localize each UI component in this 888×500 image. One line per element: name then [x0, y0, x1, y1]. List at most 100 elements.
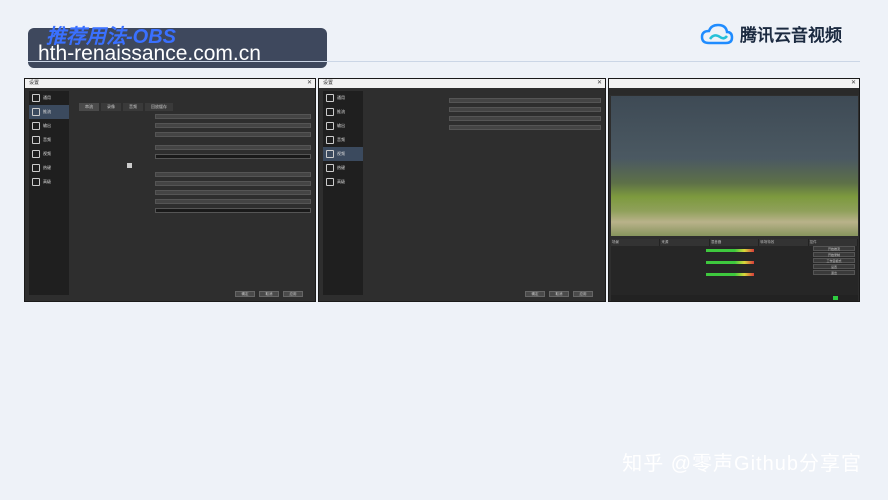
- brand-name: 腾讯云音视频: [740, 26, 842, 45]
- setting-field[interactable]: [155, 145, 311, 150]
- tools-icon: [32, 178, 40, 186]
- monitor-icon: [32, 122, 40, 130]
- signal-icon: [326, 108, 334, 116]
- screenshot-settings-video: 设置 ✕ 通用 推流 输出 音频 视频 热键 高级 确定 取消 应用: [318, 78, 606, 302]
- gear-icon: [326, 94, 334, 102]
- url-overlay: hth-renaissance.com.cn: [38, 42, 261, 65]
- sidebar-item-stream[interactable]: 推流: [29, 105, 69, 119]
- setting-field[interactable]: [449, 125, 601, 130]
- apply-button[interactable]: 应用: [573, 291, 593, 297]
- setting-field[interactable]: [155, 190, 311, 195]
- setting-field[interactable]: [449, 107, 601, 112]
- sidebar-item-general[interactable]: 通用: [323, 91, 363, 105]
- window-title: 设置: [323, 80, 334, 86]
- sidebar-item-output[interactable]: 输出: [323, 119, 363, 133]
- settings-row: [73, 122, 311, 129]
- sidebar-item-audio[interactable]: 音频: [323, 133, 363, 147]
- close-icon[interactable]: ✕: [851, 79, 856, 88]
- settings-row: [73, 113, 311, 120]
- setting-field[interactable]: [155, 132, 311, 137]
- audio-meter: [706, 261, 754, 264]
- keyboard-icon: [326, 164, 334, 172]
- settings-row: [367, 124, 601, 131]
- sidebar-item-output[interactable]: 输出: [29, 119, 69, 133]
- setting-field[interactable]: [449, 116, 601, 121]
- cancel-button[interactable]: 取消: [259, 291, 279, 297]
- setting-field[interactable]: [155, 172, 311, 177]
- window-titlebar: ✕: [609, 79, 859, 88]
- dock-sources: 来源: [660, 239, 710, 246]
- cloud-logo-icon: [700, 23, 734, 44]
- cancel-button[interactable]: 取消: [549, 291, 569, 297]
- start-recording-button[interactable]: 开始录制: [813, 252, 855, 257]
- settings-row: [73, 180, 311, 187]
- obs-docks: 场景 来源 混音器 转场特效 控件 开始推流 开始录制 工作室模式 设置 退出: [611, 239, 859, 301]
- display-icon: [32, 150, 40, 158]
- settings-row: [73, 198, 311, 205]
- sidebar-item-advanced[interactable]: 高级: [323, 175, 363, 189]
- tab-audio[interactable]: 音频: [123, 103, 143, 111]
- screenshot-settings-stream: 设置 ✕ 通用 推流 输出 音频 视频 热键 高级 串流 录像 音频 回放缓存: [24, 78, 316, 302]
- menu-bar: [609, 88, 859, 95]
- sidebar-item-hotkeys[interactable]: 热键: [323, 161, 363, 175]
- audio-meter: [706, 273, 754, 276]
- studio-mode-button[interactable]: 工作室模式: [813, 258, 855, 263]
- setting-field[interactable]: [155, 181, 311, 186]
- speaker-icon: [326, 136, 334, 144]
- tab-recording[interactable]: 录像: [101, 103, 121, 111]
- gear-icon: [32, 94, 40, 102]
- audio-meter: [706, 249, 754, 252]
- setting-field[interactable]: [155, 123, 311, 128]
- settings-row: [73, 153, 311, 160]
- settings-row: [73, 144, 311, 151]
- sidebar-item-general[interactable]: 通用: [29, 91, 69, 105]
- video-preview[interactable]: [611, 96, 858, 236]
- sidebar-item-video[interactable]: 视频: [323, 147, 363, 161]
- setting-field[interactable]: [155, 199, 311, 204]
- tab-stream[interactable]: 串流: [79, 103, 99, 111]
- close-icon[interactable]: ✕: [307, 79, 312, 88]
- tab-replay-buffer[interactable]: 回放缓存: [145, 103, 173, 111]
- sidebar-item-stream[interactable]: 推流: [323, 105, 363, 119]
- setting-checkbox[interactable]: [127, 163, 132, 168]
- keyboard-icon: [32, 164, 40, 172]
- status-indicator: [833, 296, 838, 300]
- display-icon: [326, 150, 334, 158]
- watermark: 知乎 @零声Github分享官: [622, 453, 862, 475]
- settings-content: 串流 录像 音频 回放缓存 确定 取消 应用: [73, 91, 311, 297]
- screenshot-obs-main: ✕ 场景 来源 混音器 转场特效 控件 开始推流 开始录制 工作室模式 设置 退…: [608, 78, 860, 302]
- window-titlebar: 设置 ✕: [319, 79, 605, 88]
- dock-transitions: 转场特效: [759, 239, 809, 246]
- window-title: 设置: [29, 80, 40, 86]
- status-bar: [611, 295, 858, 301]
- settings-row: [367, 106, 601, 113]
- settings-content: 确定 取消 应用: [367, 91, 601, 297]
- sidebar-item-hotkeys[interactable]: 热键: [29, 161, 69, 175]
- setting-field[interactable]: [155, 114, 311, 119]
- sidebar-item-audio[interactable]: 音频: [29, 133, 69, 147]
- exit-button[interactable]: 退出: [813, 270, 855, 275]
- monitor-icon: [326, 122, 334, 130]
- settings-row: [367, 115, 601, 122]
- settings-sidebar: 通用 推流 输出 音频 视频 热键 高级: [29, 91, 69, 295]
- brand: 腾讯云音视频: [700, 21, 842, 46]
- ok-button[interactable]: 确定: [525, 291, 545, 297]
- settings-button[interactable]: 设置: [813, 264, 855, 269]
- settings-row: [73, 189, 311, 196]
- dock-scenes: 场景: [611, 239, 661, 246]
- ok-button[interactable]: 确定: [235, 291, 255, 297]
- tab-strip: 串流 录像 音频 回放缓存: [79, 103, 311, 111]
- close-icon[interactable]: ✕: [597, 79, 602, 88]
- slide: 推荐用法-OBS hth-renaissance.com.cn 腾讯云音视频 设…: [0, 0, 888, 500]
- setting-field[interactable]: [449, 98, 601, 103]
- apply-button[interactable]: 应用: [283, 291, 303, 297]
- start-streaming-button[interactable]: 开始推流: [813, 246, 855, 251]
- setting-field[interactable]: [155, 154, 311, 159]
- settings-row: [367, 97, 601, 104]
- settings-row: [73, 162, 311, 169]
- sidebar-item-video[interactable]: 视频: [29, 147, 69, 161]
- settings-sidebar: 通用 推流 输出 音频 视频 热键 高级: [323, 91, 363, 295]
- header-divider: [28, 61, 860, 62]
- setting-field[interactable]: [155, 208, 311, 213]
- sidebar-item-advanced[interactable]: 高级: [29, 175, 69, 189]
